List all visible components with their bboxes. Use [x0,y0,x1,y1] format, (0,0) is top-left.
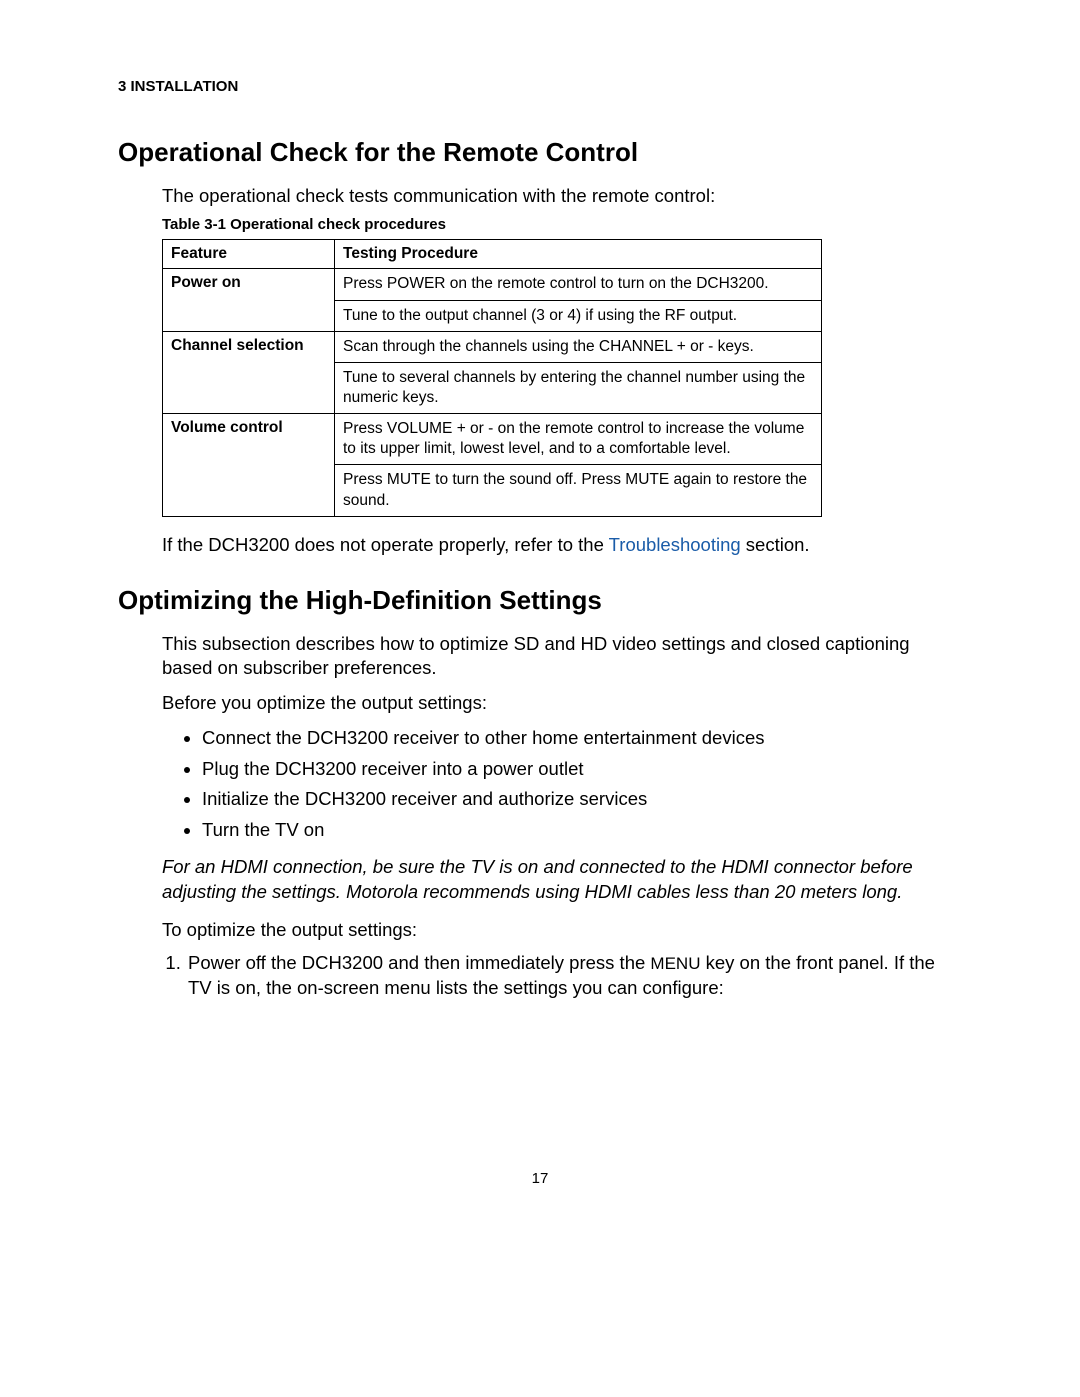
col-header-procedure: Testing Procedure [335,240,822,269]
intro-paragraph: The operational check tests communicatio… [162,184,962,208]
bullet-list: Connect the DCH3200 receiver to other ho… [162,723,962,845]
hdmi-note: For an HDMI connection, be sure the TV i… [162,855,962,904]
text-span: section. [741,534,810,555]
table-header-row: Feature Testing Procedure [163,240,822,269]
col-header-feature: Feature [163,240,335,269]
section-label: 3 INSTALLATION [118,78,962,95]
text-span: Power off the DCH3200 and then immediate… [188,952,650,973]
text-span: If the DCH3200 does not operate properly… [162,534,609,555]
page-number: 17 [0,1170,1080,1187]
heading-operational-check: Operational Check for the Remote Control [118,137,962,168]
list-item: Turn the TV on [202,815,962,846]
before-paragraph: Before you optimize the output settings: [162,691,962,715]
procedure-cell: Scan through the channels using the CHAN… [335,331,822,362]
table-row: Volume control Press VOLUME + or - on th… [163,414,822,465]
steps-list: Power off the DCH3200 and then immediate… [162,951,962,1001]
step-item: Power off the DCH3200 and then immediate… [186,951,962,1001]
table-row: Channel selection Scan through the chann… [163,331,822,362]
procedure-cell: Tune to several channels by entering the… [335,362,822,413]
list-item: Connect the DCH3200 receiver to other ho… [202,723,962,754]
feature-cell: Channel selection [163,331,335,413]
troubleshooting-link[interactable]: Troubleshooting [609,534,741,555]
intro-paragraph-2: This subsection describes how to optimiz… [162,632,962,681]
procedure-cell: Press POWER on the remote control to tur… [335,269,822,300]
feature-cell: Power on [163,269,335,331]
procedure-cell: Press VOLUME + or - on the remote contro… [335,414,822,465]
procedure-cell: Press MUTE to turn the sound off. Press … [335,465,822,516]
table-row: Power on Press POWER on the remote contr… [163,269,822,300]
table-caption: Table 3-1 Operational check procedures [162,216,962,233]
heading-optimizing-hd: Optimizing the High-Definition Settings [118,585,962,616]
list-item: Initialize the DCH3200 receiver and auth… [202,784,962,815]
list-item: Plug the DCH3200 receiver into a power o… [202,754,962,785]
after-table-paragraph: If the DCH3200 does not operate properly… [162,533,962,557]
to-optimize-paragraph: To optimize the output settings: [162,918,962,942]
menu-key-text: MENU [650,954,700,973]
procedure-cell: Tune to the output channel (3 or 4) if u… [335,300,822,331]
procedures-table: Feature Testing Procedure Power on Press… [162,239,822,516]
feature-cell: Volume control [163,414,335,517]
